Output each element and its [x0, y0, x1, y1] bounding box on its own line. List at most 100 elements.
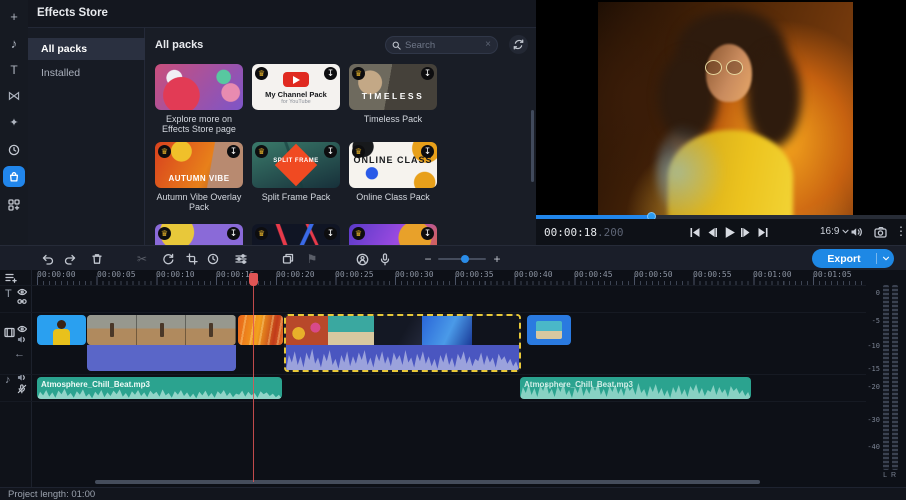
rotate-icon[interactable] — [160, 251, 176, 267]
more-tools-icon[interactable] — [3, 194, 25, 215]
panel-scrollbar[interactable] — [531, 110, 534, 182]
pack-card-autumn-vibe[interactable]: AUTUMN VIBE ♛ ↧ Autumn Vibe Overlay Pack — [155, 142, 243, 213]
title-track-link-icon[interactable] — [17, 298, 27, 305]
frame-forward-icon[interactable] — [739, 226, 753, 238]
effects-icon[interactable]: ✦ — [3, 112, 25, 133]
pack-art-subtitle: for YouTube — [252, 99, 340, 105]
video-track-mute-icon[interactable] — [17, 335, 27, 344]
skip-forward-icon[interactable] — [756, 226, 770, 238]
download-badge[interactable]: ↧ — [324, 67, 337, 80]
title-track-visibility-icon[interactable] — [17, 288, 27, 296]
slide-wizard-icon[interactable] — [280, 251, 296, 267]
download-badge[interactable]: ↧ — [227, 227, 240, 240]
pack-art-title: AUTUMN VIBE — [155, 174, 243, 183]
subnav-all-packs[interactable]: All packs — [28, 38, 145, 60]
download-badge[interactable]: ↧ — [324, 145, 337, 158]
pack-card-collage[interactable]: ♛ ↧ — [349, 224, 437, 245]
audio-clip-1[interactable]: Atmosphere_Chill_Beat.mp3 — [37, 377, 282, 399]
preview-controls-bar: 00:00:18.200 16:9 ⋮ — [536, 219, 906, 245]
clip-thumbnail — [186, 315, 236, 345]
pack-thumbnail: My Channel Pack for YouTube ♛ ↧ — [252, 64, 340, 110]
zoom-out-icon[interactable]: − — [420, 251, 436, 267]
refresh-button[interactable] — [509, 35, 528, 54]
duration-icon[interactable] — [205, 251, 221, 267]
export-label: Export — [812, 253, 876, 265]
meter-label: -20 — [867, 383, 880, 391]
download-badge[interactable]: ↧ — [421, 145, 434, 158]
zoom-in-icon[interactable]: + — [489, 251, 505, 267]
preview-pane: 00:00:18.200 16:9 ⋮ — [536, 0, 906, 245]
ruler-label: 00:00:20 — [276, 270, 315, 279]
video-clip-1[interactable] — [37, 315, 86, 345]
pack-card-explore[interactable]: Explore more on Effects Store page — [155, 64, 243, 135]
collapse-track-arrow-icon[interactable]: ← — [14, 349, 25, 360]
clear-search-icon[interactable]: × — [485, 40, 491, 50]
download-badge[interactable]: ↧ — [227, 145, 240, 158]
record-audio-icon[interactable] — [377, 251, 393, 267]
download-badge[interactable]: ↧ — [421, 227, 434, 240]
pack-card-my-channel[interactable]: My Channel Pack for YouTube ♛ ↧ — [252, 64, 340, 114]
selected-video-clip[interactable] — [284, 314, 521, 372]
meter-label: -40 — [867, 443, 880, 451]
frame-back-icon[interactable] — [705, 226, 719, 238]
pack-card-online-class[interactable]: ONLINE CLASS ♛ ↧ Online Class Pack — [349, 142, 437, 202]
playhead-handle[interactable] — [249, 273, 258, 286]
download-badge[interactable]: ↧ — [324, 227, 337, 240]
video-clip-2[interactable] — [87, 315, 236, 345]
row-separator — [0, 285, 906, 286]
subnav-installed[interactable]: Installed — [28, 62, 145, 84]
audio-clip-2[interactable]: Atmosphere_Chill_Beat.mp3 — [520, 377, 751, 399]
clip-thumbnail — [328, 316, 374, 345]
snapshot-icon[interactable] — [873, 226, 887, 238]
add-media-icon[interactable]: + — [3, 6, 25, 27]
pack-thumbnail: AUTUMN VIBE ♛ ↧ — [155, 142, 243, 188]
playhead-line[interactable] — [253, 274, 254, 482]
marker-flag-icon[interactable]: ⚑ — [304, 251, 320, 267]
meter-label: 0 — [876, 289, 880, 297]
pack-card-timeless[interactable]: TIMELESS ♛ ↧ Timeless Pack — [349, 64, 437, 124]
export-options-chevron-icon[interactable] — [877, 256, 894, 261]
video-clip-5[interactable] — [527, 315, 571, 345]
delete-icon[interactable] — [89, 251, 105, 267]
audio-track-narration-muted-icon[interactable] — [17, 384, 27, 394]
duration-icon[interactable] — [3, 139, 25, 160]
timeline-zoom-slider[interactable] — [438, 258, 486, 260]
meter-bar-left — [883, 285, 889, 470]
aspect-ratio-dropdown[interactable]: 16:9 — [820, 226, 849, 237]
titles-icon[interactable]: T — [3, 59, 25, 80]
clip-properties-icon[interactable] — [233, 251, 249, 267]
packs-subnav: All packs Installed — [28, 28, 145, 245]
video-track-visibility-icon[interactable] — [17, 325, 27, 333]
volume-icon[interactable] — [849, 226, 863, 238]
transitions-icon[interactable]: ⋈ — [3, 85, 25, 106]
zoom-slider-thumb[interactable] — [461, 255, 469, 263]
audio-icon[interactable]: ♪ — [3, 33, 25, 54]
timeline-horizontal-scrollbar[interactable] — [95, 480, 760, 484]
project-length-text: Project length: 01:00 — [8, 489, 95, 500]
cut-icon[interactable]: ✂ — [134, 251, 150, 267]
pack-card-split-frame[interactable]: SPLIT FRAME ♛ ↧ Split Frame Pack — [252, 142, 340, 202]
clip-thumbnail — [472, 316, 519, 345]
crop-icon[interactable] — [184, 251, 200, 267]
redo-icon[interactable] — [62, 251, 78, 267]
pack-card-fluffy-blog[interactable]: FLUFFY BLOG ♛ ↧ — [155, 224, 243, 245]
pack-card-lets-play[interactable]: Let's Play ♛ ↧ — [252, 224, 340, 245]
export-button[interactable]: Export — [812, 249, 894, 268]
search-input[interactable] — [405, 40, 481, 51]
effects-store-icon[interactable] — [3, 166, 25, 187]
audio-clip-label: Atmosphere_Chill_Beat.mp3 — [41, 380, 150, 389]
row-separator — [0, 312, 906, 313]
video-clip-3[interactable] — [238, 315, 283, 345]
search-box[interactable]: × — [385, 36, 498, 54]
video-clip-2-linked-audio[interactable] — [87, 345, 236, 371]
meter-channel-label: L — [883, 472, 887, 479]
play-icon[interactable] — [722, 226, 736, 238]
undo-icon[interactable] — [39, 251, 55, 267]
packs-heading: All packs — [155, 39, 203, 51]
skip-back-icon[interactable] — [688, 226, 702, 238]
add-track-icon[interactable] — [5, 272, 18, 284]
record-video-icon[interactable] — [354, 251, 370, 267]
more-options-icon[interactable]: ⋮ — [895, 224, 906, 238]
download-badge[interactable]: ↧ — [421, 67, 434, 80]
pack-thumbnail: Let's Play ♛ ↧ — [252, 224, 340, 245]
